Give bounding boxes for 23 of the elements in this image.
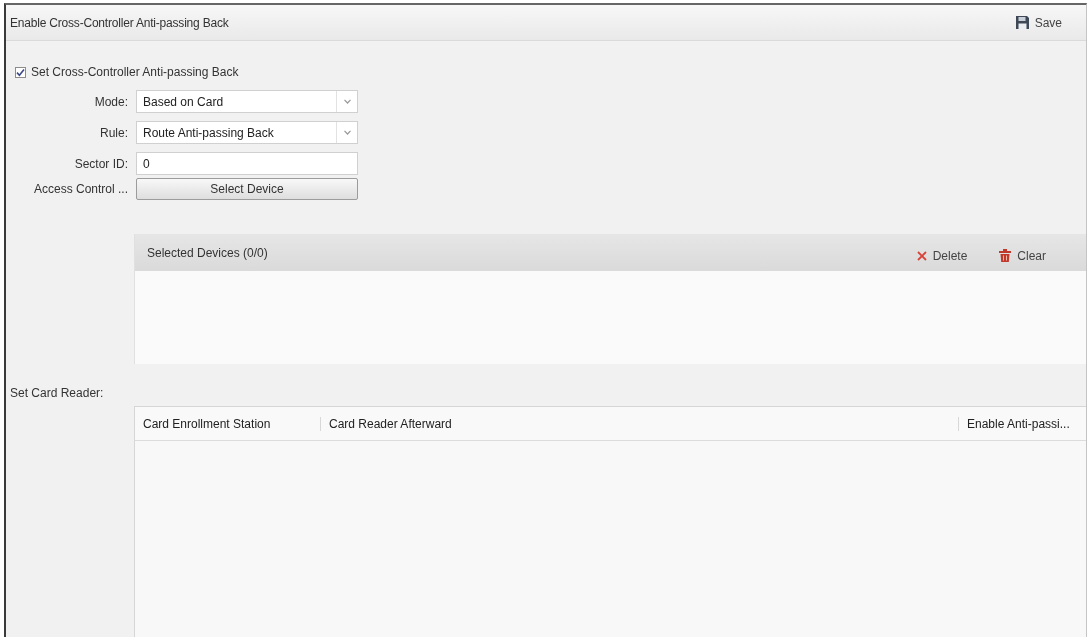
section-label: Set Card Reader: — [10, 386, 104, 400]
column-header[interactable]: Enable Anti-passi... — [958, 416, 1086, 431]
dropdown[interactable]: Route Anti-passing Back — [136, 121, 358, 144]
field-label: Access Control ... — [32, 182, 128, 196]
caret-icon — [343, 99, 351, 104]
trash-icon — [999, 249, 1012, 262]
delete-button[interactable]: Delete — [916, 248, 968, 263]
field-label: Mode: — [93, 94, 128, 109]
checkbox[interactable] — [15, 66, 26, 78]
column-header[interactable]: Card Enrollment Station — [135, 416, 320, 431]
field-label: Rule: — [99, 125, 128, 140]
window-title: Enable Cross-Controller Anti-passing Back — [10, 15, 229, 30]
save-button[interactable]: Save — [1013, 13, 1064, 32]
panel-title: Selected Devices (0/0) — [147, 245, 268, 260]
checkbox-label: Set Cross-Controller Anti-passing Back — [31, 65, 239, 79]
clear-button[interactable]: Clear — [999, 248, 1046, 263]
dropdown[interactable]: Based on Card — [136, 90, 358, 113]
field-label: Sector ID: — [73, 156, 128, 171]
select-button[interactable]: Select Device — [136, 178, 358, 200]
close-icon — [916, 250, 927, 261]
caret-icon — [343, 130, 351, 135]
input-field[interactable]: 0 — [136, 152, 358, 175]
column-header[interactable]: Card Reader Afterward — [320, 416, 958, 431]
